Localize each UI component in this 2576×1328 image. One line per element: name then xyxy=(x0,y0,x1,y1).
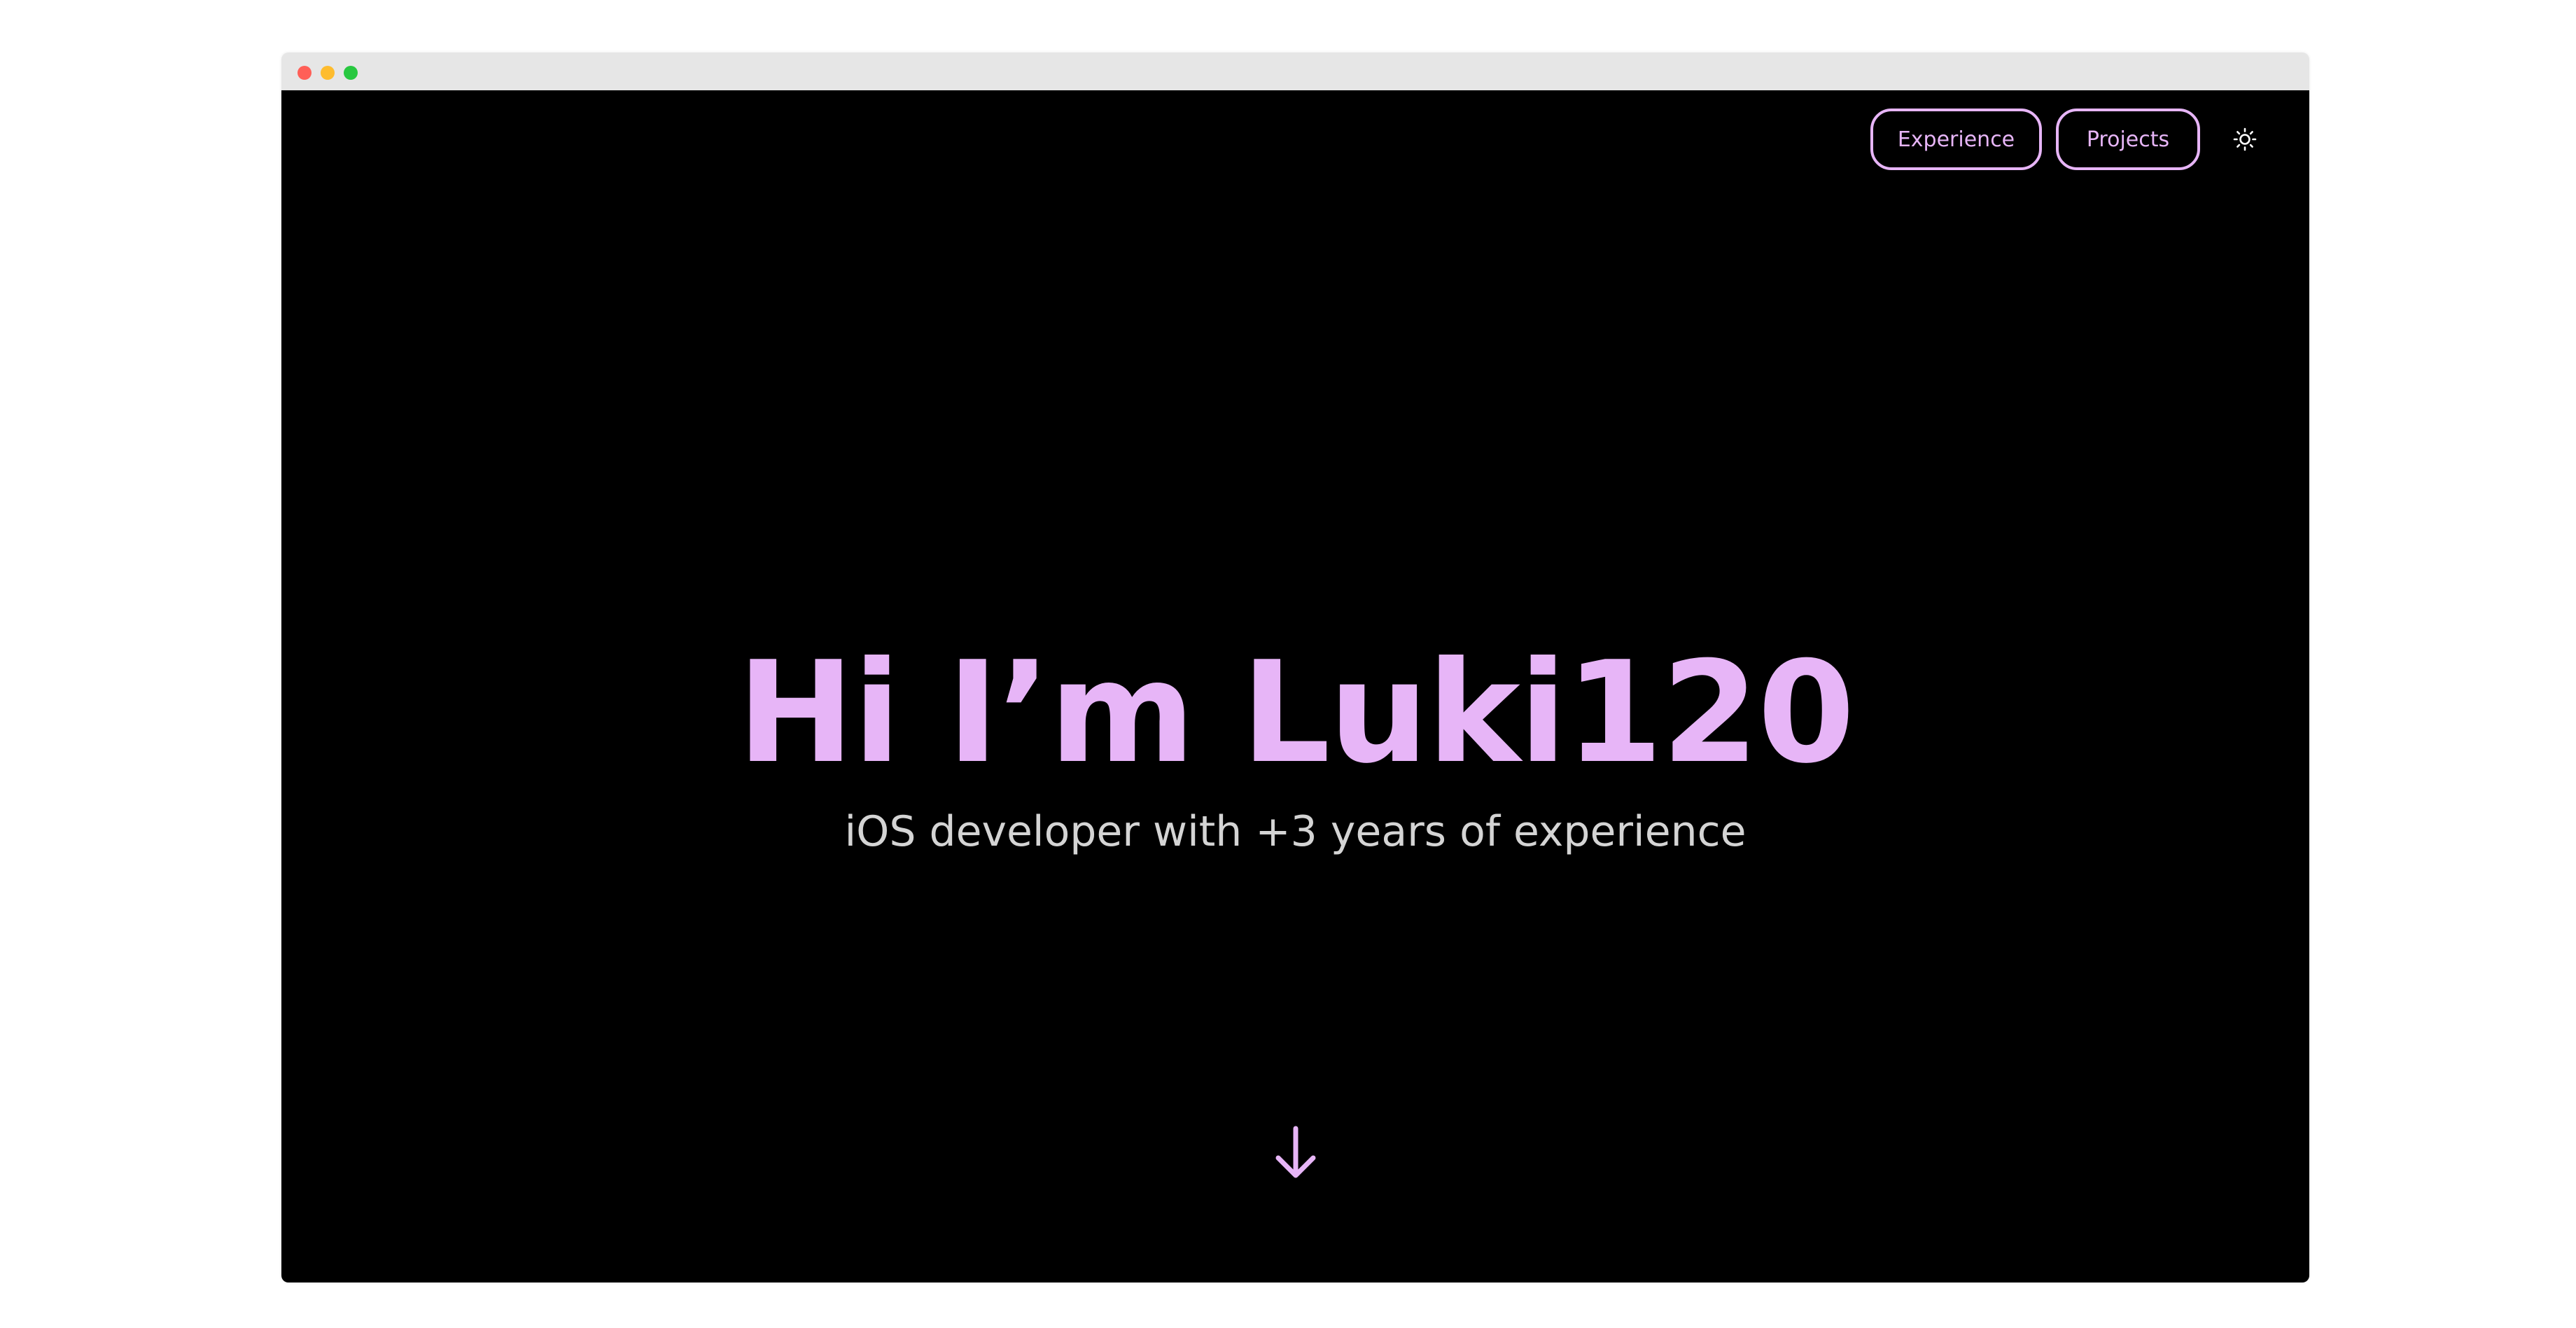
page-viewport: Experience Projects Hi I’m Luki120 iOS d… xyxy=(281,90,2309,1282)
sun-icon xyxy=(2233,127,2257,151)
window-titlebar xyxy=(281,53,2309,90)
projects-button[interactable]: Projects xyxy=(2056,109,2200,170)
minimize-window-button[interactable] xyxy=(321,66,335,80)
theme-toggle-button[interactable] xyxy=(2231,125,2259,153)
browser-window: Experience Projects Hi I’m Luki120 iOS d… xyxy=(281,53,2309,1282)
close-window-button[interactable] xyxy=(298,66,312,80)
experience-button[interactable]: Experience xyxy=(1870,109,2042,170)
top-nav: Experience Projects xyxy=(1856,109,2259,170)
maximize-window-button[interactable] xyxy=(344,66,358,80)
arrow-down-icon xyxy=(1275,1126,1315,1178)
scroll-down-button[interactable] xyxy=(1271,1124,1320,1180)
hero-subtitle: iOS developer with +3 years of experienc… xyxy=(844,807,1746,856)
hero-title: Hi I’m Luki120 xyxy=(737,631,1855,795)
